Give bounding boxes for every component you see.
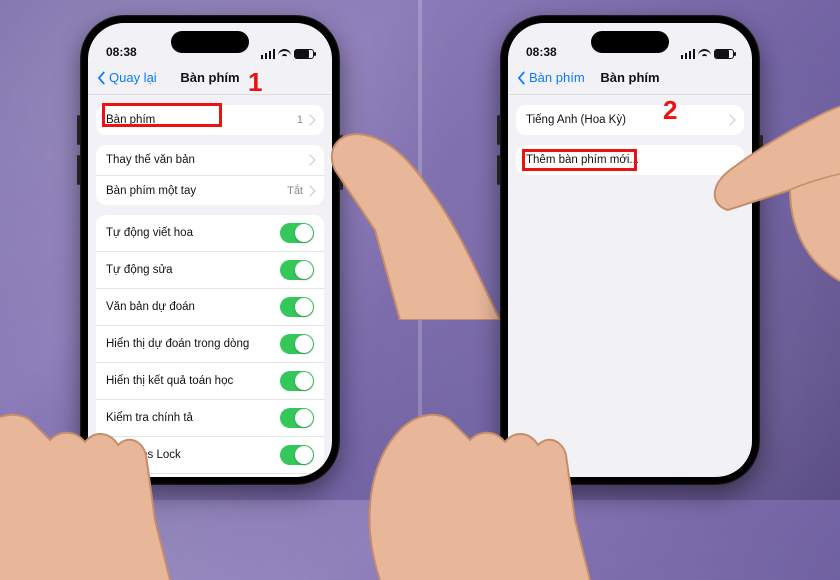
- settings-scroll[interactable]: Tiếng Anh (Hoa Kỳ) Thêm bàn phím mới...: [508, 95, 752, 477]
- row-label: Bàn phím: [106, 114, 155, 126]
- row-label: Tiếng Anh (Hoa Kỳ): [526, 114, 626, 126]
- keyboards-count: 1: [297, 114, 303, 126]
- back-label: Bàn phím: [529, 70, 585, 85]
- nav-title: Bàn phím: [180, 70, 239, 85]
- toggle-label: Hiển thị kết quả toán học: [106, 375, 233, 387]
- row-toggle[interactable]: Hiển thị kết quả toán học: [96, 362, 324, 399]
- iphone-device-1: 08:38 Quay lại Bàn phím Bàn phím: [80, 15, 340, 485]
- panel-step-1: 08:38 Quay lại Bàn phím Bàn phím: [0, 0, 420, 500]
- row-label: Thêm bàn phím mới...: [526, 154, 639, 166]
- toggle-switch[interactable]: [280, 408, 314, 428]
- toggle-switch[interactable]: [280, 223, 314, 243]
- toggle-label: Bật Caps Lock: [106, 449, 181, 461]
- nav-bar: Bàn phím Bàn phím: [508, 61, 752, 95]
- dynamic-island: [171, 31, 249, 53]
- row-toggle[interactable]: Hiển thị dự đoán trong dòng: [96, 325, 324, 362]
- toggle-label: Tự động viết hoa: [106, 227, 193, 239]
- wifi-icon: [278, 49, 291, 59]
- group-add-keyboard: Thêm bàn phím mới...: [516, 145, 744, 175]
- row-label: Bàn phím một tay: [106, 185, 196, 197]
- row-toggle[interactable]: Tự động viết hoa: [96, 215, 324, 251]
- row-keyboards[interactable]: Bàn phím 1: [96, 105, 324, 135]
- row-toggle[interactable]: Bật Caps Lock: [96, 436, 324, 473]
- screen-2: 08:38 Bàn phím Bàn phím Tiếng Anh (Hoa K: [508, 23, 752, 477]
- battery-icon: [714, 49, 734, 59]
- toggle-switch[interactable]: [280, 297, 314, 317]
- annotation-number-2: 2: [663, 95, 677, 126]
- chevron-right-icon: [306, 156, 314, 164]
- chevron-right-icon: [306, 116, 314, 124]
- annotation-number-1: 1: [248, 67, 262, 98]
- chevron-left-icon: [514, 71, 528, 85]
- status-time: 08:38: [526, 45, 557, 59]
- toggle-label: Kiểm tra chính tả: [106, 412, 193, 424]
- row-add-new-keyboard[interactable]: Thêm bàn phím mới...: [516, 145, 744, 175]
- cellular-icon: [681, 49, 695, 59]
- iphone-device-2: 08:38 Bàn phím Bàn phím Tiếng Anh (Hoa K: [500, 15, 760, 485]
- row-toggle[interactable]: Kiểm tra chính tả: [96, 399, 324, 436]
- chevron-right-icon: [306, 187, 314, 195]
- group-keyboards: Bàn phím 1: [96, 105, 324, 135]
- row-keyboard-english[interactable]: Tiếng Anh (Hoa Kỳ): [516, 105, 744, 135]
- row-toggle[interactable]: Văn bản dự đoán: [96, 288, 324, 325]
- cellular-icon: [261, 49, 275, 59]
- back-label: Quay lại: [109, 70, 157, 85]
- back-button[interactable]: Bàn phím: [514, 70, 585, 85]
- screen-1: 08:38 Quay lại Bàn phím Bàn phím: [88, 23, 332, 477]
- chevron-left-icon: [94, 71, 108, 85]
- toggle-label: Văn bản dự đoán: [106, 301, 195, 313]
- status-time: 08:38: [106, 45, 137, 59]
- one-handed-value: Tắt: [287, 185, 303, 197]
- panel-step-2: 08:38 Bàn phím Bàn phím Tiếng Anh (Hoa K: [420, 0, 840, 500]
- row-toggle[interactable]: Dấu câu thông minh: [96, 473, 324, 477]
- row-toggle[interactable]: Tự động sửa: [96, 251, 324, 288]
- row-one-handed[interactable]: Bàn phím một tay Tắt: [96, 175, 324, 205]
- row-text-replacement[interactable]: Thay thế văn bản: [96, 145, 324, 175]
- chevron-right-icon: [726, 116, 734, 124]
- toggle-switch[interactable]: [280, 260, 314, 280]
- settings-scroll[interactable]: Bàn phím 1 Thay thế văn bản Bàn phím một…: [88, 95, 332, 477]
- group-text: Thay thế văn bản Bàn phím một tay Tắt: [96, 145, 324, 205]
- group-toggles: Tự động viết hoa Tự động sửa Văn bản dự đo…: [96, 215, 324, 477]
- nav-bar: Quay lại Bàn phím: [88, 61, 332, 95]
- group-existing-keyboards: Tiếng Anh (Hoa Kỳ): [516, 105, 744, 135]
- row-label: Thay thế văn bản: [106, 154, 195, 166]
- wifi-icon: [698, 49, 711, 59]
- toggle-label: Hiển thị dự đoán trong dòng: [106, 338, 249, 350]
- battery-icon: [294, 49, 314, 59]
- nav-title: Bàn phím: [600, 70, 659, 85]
- toggle-switch[interactable]: [280, 334, 314, 354]
- dynamic-island: [591, 31, 669, 53]
- toggle-switch[interactable]: [280, 445, 314, 465]
- back-button[interactable]: Quay lại: [94, 70, 157, 85]
- toggle-label: Tự động sửa: [106, 264, 173, 276]
- toggle-switch[interactable]: [280, 371, 314, 391]
